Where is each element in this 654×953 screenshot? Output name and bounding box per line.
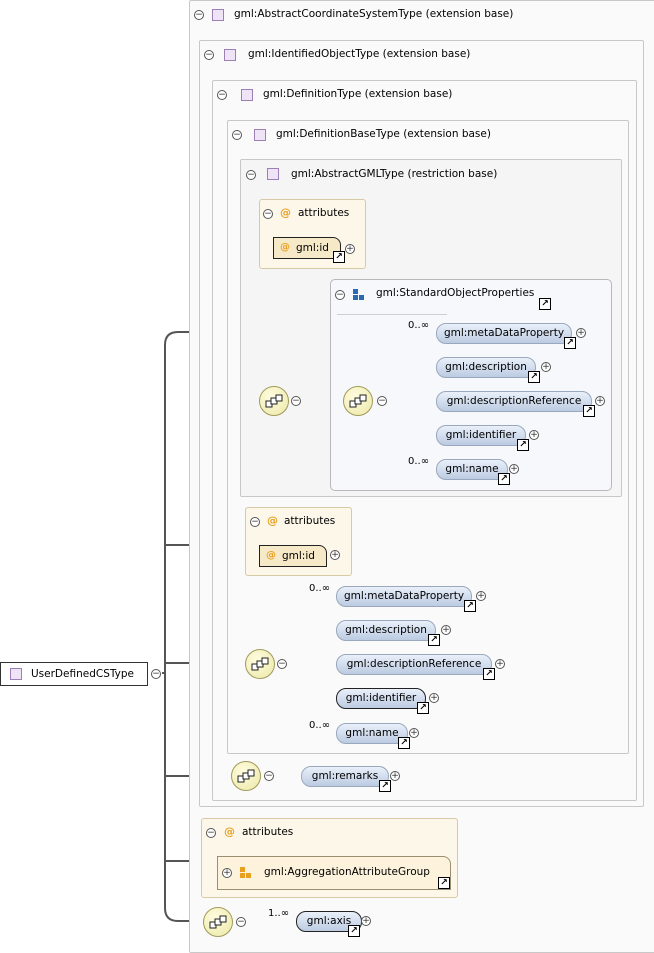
sequence-compositor-icon[interactable] xyxy=(203,907,233,937)
jump-link-icon[interactable]: ↗ xyxy=(517,439,529,451)
attribute-name: gml:id xyxy=(282,550,315,562)
attribute-gml-id[interactable]: @ gml:id xyxy=(273,237,341,259)
collapse-icon[interactable]: − xyxy=(236,917,246,927)
complex-type-icon xyxy=(267,168,279,180)
jump-link-icon[interactable]: ↗ xyxy=(528,371,540,383)
collapse-icon[interactable]: − xyxy=(232,130,242,140)
attribute-icon: @ xyxy=(280,206,291,219)
collapse-icon[interactable]: − xyxy=(217,90,227,100)
cardinality-label: 0..∞ xyxy=(309,583,331,594)
attribute-group-aggregation[interactable]: + gml:AggregationAttributeGroup ↗ xyxy=(217,856,451,890)
expand-icon[interactable]: + xyxy=(495,659,505,669)
collapse-icon[interactable]: − xyxy=(291,396,301,406)
jump-link-icon[interactable]: ↗ xyxy=(417,702,429,714)
jump-link-icon[interactable]: ↗ xyxy=(379,780,391,792)
jump-link-icon[interactable]: ↗ xyxy=(583,405,595,417)
sequence-compositor-icon[interactable] xyxy=(343,386,373,416)
jump-link-icon[interactable]: ↗ xyxy=(398,737,410,749)
complex-type-icon xyxy=(224,49,236,61)
expand-icon[interactable]: + xyxy=(541,362,551,372)
collapse-icon[interactable]: − xyxy=(194,10,204,20)
identified-object-title: gml:IdentifiedObjectType (extension base… xyxy=(248,48,471,60)
attributes-box: − @ attributes + gml:AggregationAttribut… xyxy=(201,818,458,898)
element-meta-data-property[interactable]: gml:metaDataProperty xyxy=(336,586,472,607)
element-description-reference[interactable]: gml:descriptionReference xyxy=(336,654,492,675)
element-description[interactable]: gml:description xyxy=(336,620,436,641)
expand-icon[interactable]: + xyxy=(529,430,539,440)
complex-type-icon xyxy=(10,668,22,680)
sequence-compositor-icon[interactable] xyxy=(259,386,289,416)
root-type-user-defined-cs[interactable]: UserDefinedCSType xyxy=(0,662,148,686)
definition-title: gml:DefinitionType (extension base) xyxy=(263,88,453,100)
jump-link-icon[interactable]: ↗ xyxy=(348,925,360,937)
expand-icon[interactable]: + xyxy=(509,464,519,474)
attributes-label: attributes xyxy=(284,515,336,527)
expand-icon[interactable]: + xyxy=(409,728,419,738)
collapse-icon[interactable]: − xyxy=(246,170,256,180)
abstract-gml-title: gml:AbstractGMLType (restriction base) xyxy=(291,168,498,180)
root-type-label: UserDefinedCSType xyxy=(31,668,134,680)
expand-icon[interactable]: + xyxy=(595,396,605,406)
complex-type-icon xyxy=(212,9,224,21)
attributes-label: attributes xyxy=(298,207,350,219)
expand-icon[interactable]: + xyxy=(476,591,486,601)
attribute-gml-id[interactable]: @ gml:id xyxy=(259,545,327,567)
element-identifier[interactable]: gml:identifier xyxy=(436,425,526,446)
attributes-box: − @ attributes @ gml:id + xyxy=(245,507,352,576)
element-meta-data-property[interactable]: gml:metaDataProperty xyxy=(436,323,572,344)
expand-icon[interactable]: + xyxy=(222,868,232,878)
attribute-icon: @ xyxy=(280,242,290,253)
jump-link-icon[interactable]: ↗ xyxy=(483,668,495,680)
expand-icon[interactable]: + xyxy=(576,328,586,338)
collapse-icon[interactable]: − xyxy=(250,517,260,527)
element-description[interactable]: gml:description xyxy=(436,357,536,378)
attribute-icon: @ xyxy=(267,514,278,527)
complex-type-icon xyxy=(254,129,266,141)
cardinality-label: 0..∞ xyxy=(408,456,430,467)
element-identifier[interactable]: gml:identifier xyxy=(336,688,426,709)
complex-type-icon xyxy=(241,89,253,101)
attribute-name: gml:id xyxy=(296,242,329,254)
attribute-icon: @ xyxy=(266,550,276,561)
definition-base-title: gml:DefinitionBaseType (extension base) xyxy=(276,128,491,140)
collapse-icon[interactable]: − xyxy=(206,828,216,838)
expand-icon[interactable]: + xyxy=(390,771,400,781)
expand-icon[interactable]: + xyxy=(429,693,439,703)
collapse-icon[interactable]: − xyxy=(264,771,274,781)
attribute-group-name: gml:AggregationAttributeGroup xyxy=(264,866,430,878)
abstract-coordinate-system-title: gml:AbstractCoordinateSystemType (extens… xyxy=(234,8,514,20)
divider xyxy=(337,314,447,315)
group-icon xyxy=(353,289,365,301)
jump-link-icon[interactable]: ↗ xyxy=(428,634,440,646)
collapse-icon[interactable]: − xyxy=(335,290,345,300)
cardinality-label: 0..∞ xyxy=(408,320,430,331)
cardinality-label: 0..∞ xyxy=(309,720,331,731)
jump-link-icon[interactable]: ↗ xyxy=(333,251,345,263)
collapse-icon[interactable]: − xyxy=(204,50,214,60)
element-remarks[interactable]: gml:remarks xyxy=(301,766,389,787)
jump-link-icon[interactable]: ↗ xyxy=(539,298,551,310)
cardinality-label: 1..∞ xyxy=(268,908,290,919)
sequence-compositor-icon[interactable] xyxy=(245,649,275,679)
jump-link-icon[interactable]: ↗ xyxy=(438,877,450,889)
jump-link-icon[interactable]: ↗ xyxy=(564,337,576,349)
element-description-reference[interactable]: gml:descriptionReference xyxy=(436,391,592,412)
attributes-box: − @ attributes @ gml:id ↗ + xyxy=(259,199,366,269)
sequence-compositor-icon[interactable] xyxy=(231,761,261,791)
jump-link-icon[interactable]: ↗ xyxy=(498,473,510,485)
attribute-group-icon xyxy=(240,867,252,879)
expand-icon[interactable]: + xyxy=(330,550,340,560)
collapse-icon[interactable]: − xyxy=(377,396,387,406)
collapse-icon[interactable]: − xyxy=(263,209,273,219)
expand-icon[interactable]: + xyxy=(345,244,355,254)
collapse-icon[interactable]: − xyxy=(277,659,287,669)
attribute-icon: @ xyxy=(224,825,235,838)
expand-icon[interactable]: + xyxy=(441,625,451,635)
group-title: gml:StandardObjectProperties xyxy=(376,287,535,299)
collapse-icon[interactable]: − xyxy=(151,669,161,679)
attributes-label: attributes xyxy=(242,826,294,838)
expand-icon[interactable]: + xyxy=(361,916,371,926)
jump-link-icon[interactable]: ↗ xyxy=(464,600,476,612)
